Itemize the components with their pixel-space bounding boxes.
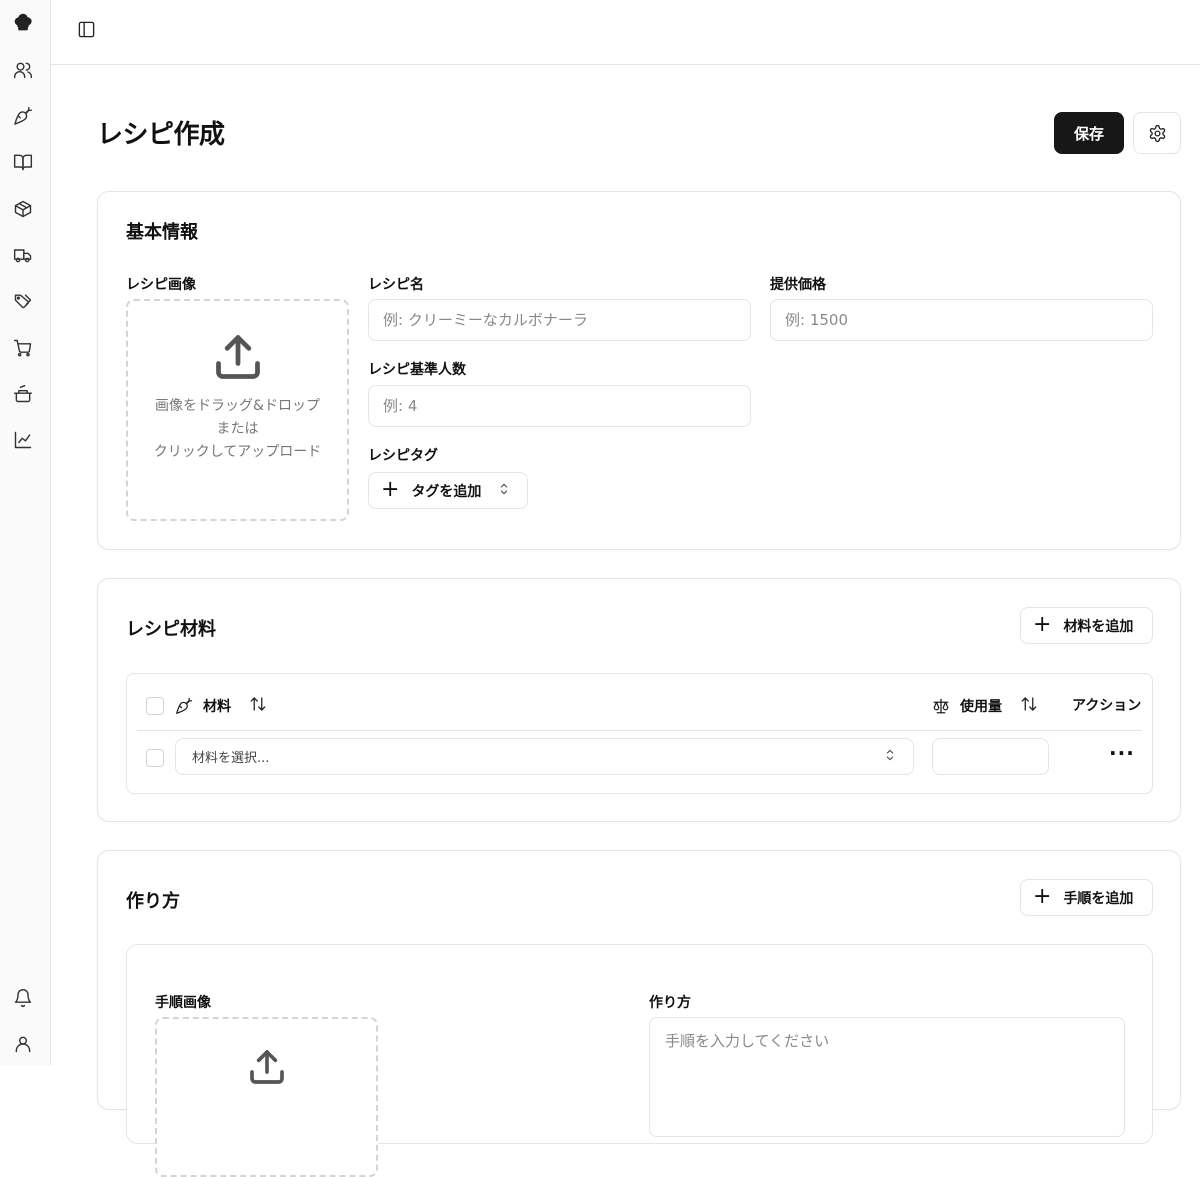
bell-icon[interactable] bbox=[11, 986, 35, 1010]
servings-label: レシピ基準人数 bbox=[368, 362, 466, 378]
method-card: 作り方 + 手順を追加 手順画像 作り方 bbox=[97, 850, 1181, 1177]
add-ingredient-label: 材料を追加 bbox=[1063, 618, 1134, 635]
carrot-icon[interactable] bbox=[11, 104, 35, 128]
actions-column-header: アクション bbox=[1072, 698, 1142, 714]
basic-info-title: 基本情報 bbox=[126, 222, 198, 243]
recipe-image-dropzone[interactable]: 画像をドラッグ&ドロップ または クリックしてアップロード bbox=[126, 299, 349, 521]
package-icon[interactable] bbox=[11, 197, 35, 221]
step-image-dropzone[interactable] bbox=[155, 1017, 378, 1177]
ingredient-select-placeholder: 材料を選択... bbox=[192, 751, 270, 766]
amount-column-label: 使用量 bbox=[960, 699, 1002, 715]
step-image-label: 手順画像 bbox=[155, 995, 211, 1011]
chart-line-icon[interactable] bbox=[11, 428, 35, 452]
servings-input[interactable] bbox=[368, 385, 751, 427]
sort-icon[interactable] bbox=[1020, 695, 1038, 717]
settings-button[interactable] bbox=[1133, 112, 1181, 154]
plus-icon: + bbox=[1033, 883, 1052, 909]
header-divider bbox=[137, 730, 1142, 731]
recipe-name-input[interactable] bbox=[368, 299, 751, 341]
top-bar bbox=[51, 0, 1200, 65]
icon-rail bbox=[0, 0, 51, 1065]
ingredients-title: レシピ材料 bbox=[126, 619, 216, 640]
gear-icon bbox=[1149, 124, 1165, 142]
select-all-checkbox[interactable] bbox=[146, 697, 164, 715]
ingredient-column-label: 材料 bbox=[203, 699, 231, 715]
add-tag-label: タグを追加 bbox=[411, 483, 482, 500]
step-card: 手順画像 作り方 bbox=[126, 944, 1153, 1177]
cooking-pot-icon[interactable] bbox=[11, 382, 35, 406]
chevrons-up-down-icon bbox=[497, 482, 511, 500]
recipe-name-label: レシピ名 bbox=[368, 277, 424, 293]
dropzone-text-1: 画像をドラッグ&ドロップ bbox=[155, 398, 320, 414]
ingredients-table: 材料 使用量 アクション 材料を選択... ··· bbox=[126, 673, 1153, 794]
users-icon[interactable] bbox=[11, 58, 35, 82]
method-title: 作り方 bbox=[126, 891, 180, 912]
chef-hat-icon[interactable] bbox=[11, 11, 35, 35]
scale-icon bbox=[933, 698, 949, 714]
dropzone-text-3: クリックしてアップロード bbox=[153, 444, 322, 460]
add-ingredient-button[interactable]: + 材料を追加 bbox=[1020, 607, 1153, 644]
add-tag-button[interactable]: + タグを追加 bbox=[368, 472, 528, 509]
upload-icon bbox=[249, 1050, 284, 1084]
price-input[interactable] bbox=[770, 299, 1153, 341]
row-actions-menu[interactable]: ··· bbox=[1109, 741, 1135, 765]
panel-left-icon[interactable] bbox=[75, 18, 97, 40]
step-text-input[interactable] bbox=[649, 1017, 1125, 1137]
add-step-label: 手順を追加 bbox=[1063, 890, 1134, 907]
ingredient-select[interactable]: 材料を選択... bbox=[175, 738, 914, 775]
amount-input[interactable] bbox=[932, 738, 1049, 775]
tags-label: レシピタグ bbox=[368, 448, 438, 464]
plus-icon: + bbox=[1033, 611, 1052, 637]
truck-icon[interactable] bbox=[11, 243, 35, 267]
amount-column-header[interactable]: 使用量 bbox=[932, 695, 1038, 717]
ingredients-card: レシピ材料 + 材料を追加 材料 使用量 アクション 材料を選択... ··· bbox=[97, 578, 1181, 822]
plus-icon: + bbox=[381, 476, 400, 502]
price-label: 提供価格 bbox=[770, 277, 826, 293]
page-title: レシピ作成 bbox=[97, 120, 225, 150]
row-checkbox[interactable] bbox=[146, 749, 164, 767]
step-text-label: 作り方 bbox=[649, 995, 691, 1011]
user-icon[interactable] bbox=[11, 1032, 35, 1056]
dropzone-text-2: または bbox=[216, 421, 259, 437]
basic-info-card: 基本情報 レシピ画像 画像をドラッグ&ドロップ または クリックしてアップロード… bbox=[97, 191, 1181, 550]
save-button[interactable]: 保存 bbox=[1054, 112, 1124, 154]
shopping-cart-icon[interactable] bbox=[11, 336, 35, 360]
carrot-icon bbox=[176, 697, 193, 714]
ingredient-column-header[interactable]: 材料 bbox=[175, 695, 267, 717]
upload-icon bbox=[215, 335, 260, 379]
tags-icon[interactable] bbox=[11, 289, 35, 313]
add-step-button[interactable]: + 手順を追加 bbox=[1020, 879, 1153, 916]
book-open-icon[interactable] bbox=[11, 150, 35, 174]
recipe-image-label: レシピ画像 bbox=[126, 277, 196, 293]
sort-icon[interactable] bbox=[249, 695, 267, 717]
chevrons-up-down-icon bbox=[883, 748, 897, 766]
